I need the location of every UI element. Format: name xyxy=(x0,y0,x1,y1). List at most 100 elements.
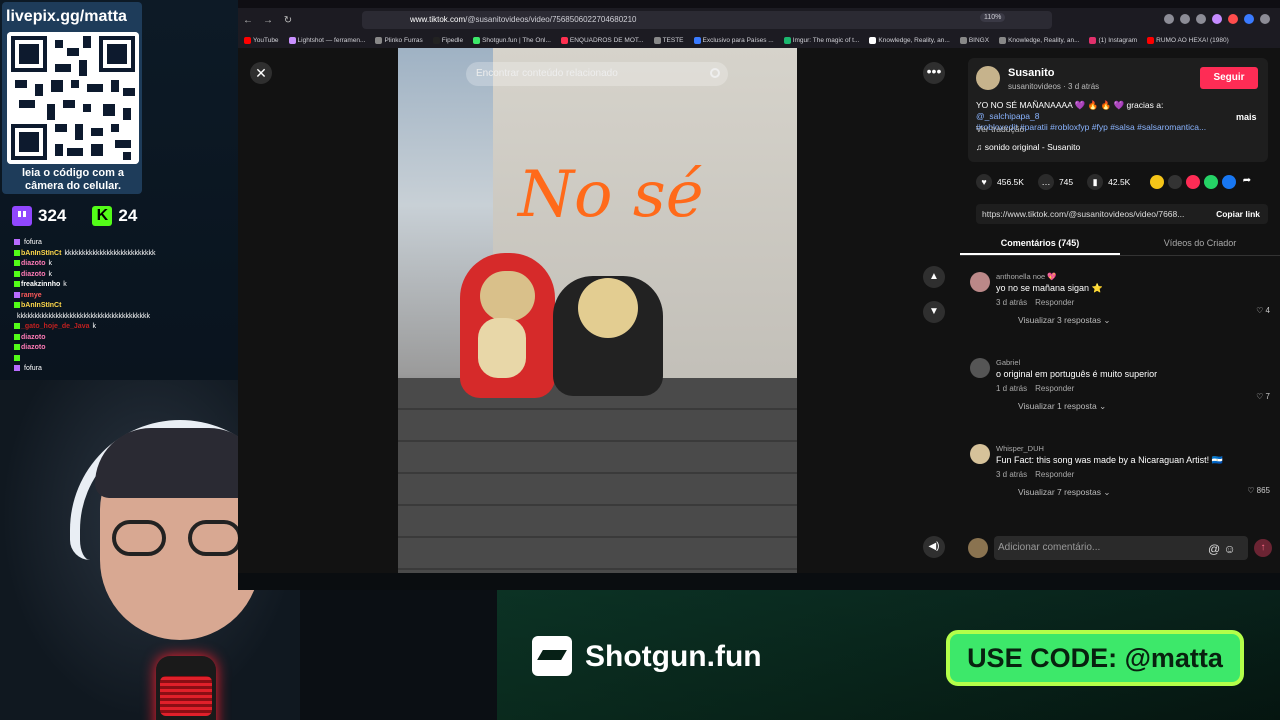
reply-button[interactable]: Responder xyxy=(1035,384,1074,393)
extension-icon[interactable] xyxy=(1228,14,1238,24)
extension-icon[interactable] xyxy=(1196,14,1206,24)
bookmark-item[interactable]: TESTE xyxy=(653,36,684,44)
commenter-name[interactable]: anthonella noe 💖 xyxy=(996,272,1270,281)
extension-icon[interactable] xyxy=(1244,14,1254,24)
coin-icon[interactable] xyxy=(1150,175,1164,189)
bookmark-item[interactable]: Plinko Furras xyxy=(375,36,423,44)
description-card: Susanito susanitovideos · 3 d atrás Segu… xyxy=(968,58,1268,162)
author-name[interactable]: Susanito xyxy=(1008,67,1054,79)
bookmark-item[interactable]: RUMO AO HEXA! (1980) xyxy=(1147,36,1229,44)
chat-text: k xyxy=(48,260,53,267)
view-replies[interactable]: Visualizar 7 respostas ⌄ xyxy=(1018,487,1270,498)
bookmark-item[interactable]: ENQUADROS DE MOT... xyxy=(560,36,644,44)
toolbar: ← → ↻ www.tiktok.com/@susanitovideos/vid… xyxy=(238,8,1280,32)
facebook-icon[interactable] xyxy=(1222,175,1236,189)
copy-link-button[interactable]: Copiar link xyxy=(1216,204,1268,224)
chat-user: freakzinnho xyxy=(21,281,61,288)
video-player[interactable]: No sé Encontrar conteúdo relacionado xyxy=(398,48,797,573)
reply-button[interactable]: Responder xyxy=(1035,470,1074,479)
related-search-input[interactable]: Encontrar conteúdo relacionado xyxy=(466,62,728,86)
tab-strip xyxy=(238,0,1280,8)
commenter-avatar[interactable] xyxy=(970,272,990,292)
qr-code-image xyxy=(7,32,139,164)
chat-text: fofura xyxy=(24,239,42,246)
reply-button[interactable]: Responder xyxy=(1035,298,1074,307)
send-icon[interactable] xyxy=(1186,175,1200,189)
bookmark-item[interactable]: BINGX xyxy=(959,36,990,44)
tab-comments[interactable]: Comentários (745) xyxy=(960,232,1120,255)
like-button[interactable]: ♥ 456.5K xyxy=(976,174,1024,190)
qr-caption: leia o código com a câmera do celular. xyxy=(21,167,125,192)
comment-item: anthonella noe 💖 yo no se mañana sigan ⭐… xyxy=(970,272,1270,346)
tab-creator-videos[interactable]: Vídeos do Criador xyxy=(1120,232,1280,255)
commenter-avatar[interactable] xyxy=(970,444,990,464)
comment-likes[interactable]: ♡ 4 xyxy=(1256,306,1270,315)
author-avatar[interactable] xyxy=(976,66,1000,90)
sub-badge-icon xyxy=(14,291,20,298)
shotgun-icon xyxy=(473,36,481,44)
address-bar[interactable]: www.tiktok.com/@susanitovideos/video/756… xyxy=(362,11,1052,29)
instagram-icon xyxy=(1089,36,1097,44)
banner-edge xyxy=(238,573,1280,590)
comment-likes[interactable]: ♡ 7 xyxy=(1256,392,1270,401)
chat-message: diazoto k xyxy=(14,259,236,270)
chat-user: diazoto xyxy=(21,260,46,267)
sound-link[interactable]: ♫ sonido original - Susanito xyxy=(976,142,1080,152)
back-icon[interactable]: ← xyxy=(238,15,258,26)
more-options-icon[interactable]: ••• xyxy=(923,62,945,84)
chevron-down-icon[interactable]: ▼ xyxy=(923,301,945,323)
kick-viewers: K 24 xyxy=(92,206,137,226)
bookmark-item[interactable]: Imgur: The magic of t... xyxy=(783,36,859,44)
mention-link[interactable]: @_salchipapa_8 xyxy=(976,111,1039,121)
follow-button[interactable]: Seguir xyxy=(1200,67,1258,89)
commenter-avatar[interactable] xyxy=(970,358,990,378)
engagement-actions: ♥ 456.5K … 745 ▮ 42.5K xyxy=(976,174,1130,190)
bookmark-item[interactable]: Fipedle xyxy=(432,36,463,44)
reload-icon[interactable]: ↻ xyxy=(278,15,298,26)
comment-list: anthonella noe 💖 yo no se mañana sigan ⭐… xyxy=(970,272,1270,536)
share-arrow-icon[interactable]: ➦ xyxy=(1240,175,1254,189)
comment-likes[interactable]: ♡ 865 xyxy=(1247,486,1270,495)
bookmark-item[interactable]: Exclusivo para Países ... xyxy=(693,36,774,44)
volume-icon[interactable]: ◀) xyxy=(923,536,945,558)
embed-icon[interactable] xyxy=(1168,175,1182,189)
comment-time: 3 d atrás xyxy=(996,470,1028,479)
whatsapp-icon[interactable] xyxy=(1204,175,1218,189)
bookmark-item[interactable]: Knowledge, Reality, an... xyxy=(999,36,1079,44)
sub-badge-icon xyxy=(14,302,20,309)
chat-text: fofura xyxy=(24,365,42,372)
character-suit xyxy=(553,276,663,396)
bookmark-label: ENQUADROS DE MOT... xyxy=(569,36,644,44)
translate-link[interactable]: Ver tradução xyxy=(976,124,1024,134)
video-link[interactable]: https://www.tiktok.com/@susanitovideos/v… xyxy=(982,204,1197,224)
commenter-name[interactable]: Whisper_DUH xyxy=(996,444,1270,453)
save-button[interactable]: ▮ 42.5K xyxy=(1087,174,1130,190)
video-overlay-text: No sé xyxy=(518,158,704,232)
comment-button[interactable]: … 745 xyxy=(1037,174,1073,190)
more-link[interactable]: mais xyxy=(1236,112,1257,122)
comment-time: 3 d atrás xyxy=(996,298,1028,307)
mention-emoji-icons[interactable]: @ ☺ xyxy=(1208,542,1236,556)
bookmark-item[interactable]: Shotgun.fun | The Onl... xyxy=(473,36,551,44)
commenter-name[interactable]: Gabriel xyxy=(996,358,1270,367)
view-replies[interactable]: Visualizar 3 respostas ⌄ xyxy=(1018,315,1270,326)
zoom-indicator[interactable]: 110% xyxy=(980,13,1006,22)
send-comment-icon[interactable]: ↑ xyxy=(1254,539,1272,557)
bookmark-label: BINGX xyxy=(968,36,990,44)
extension-icon[interactable] xyxy=(1164,14,1174,24)
bookmark-item[interactable]: Lightshot — ferramen... xyxy=(288,36,365,44)
bookmark-item[interactable]: YouTube xyxy=(244,36,279,44)
view-replies[interactable]: Visualizar 1 resposta ⌄ xyxy=(1018,401,1270,412)
forward-icon[interactable]: → xyxy=(258,15,278,26)
extension-icon[interactable] xyxy=(1212,14,1222,24)
close-icon[interactable]: ✕ xyxy=(250,62,272,84)
comment-item: Whisper_DUH Fun Fact: this song was made… xyxy=(970,444,1270,524)
menu-icon[interactable] xyxy=(1260,14,1270,24)
sponsor-name: Shotgun.fun xyxy=(585,640,762,673)
bookmark-item[interactable]: (1) Instagram xyxy=(1089,36,1137,44)
chevron-up-icon[interactable]: ▲ xyxy=(923,266,945,288)
youtube-icon xyxy=(244,36,251,44)
bookmark-item[interactable]: Knowledge, Reality, an... xyxy=(869,36,950,44)
chat-user: diazoto xyxy=(21,270,46,278)
extension-icon[interactable] xyxy=(1180,14,1190,24)
